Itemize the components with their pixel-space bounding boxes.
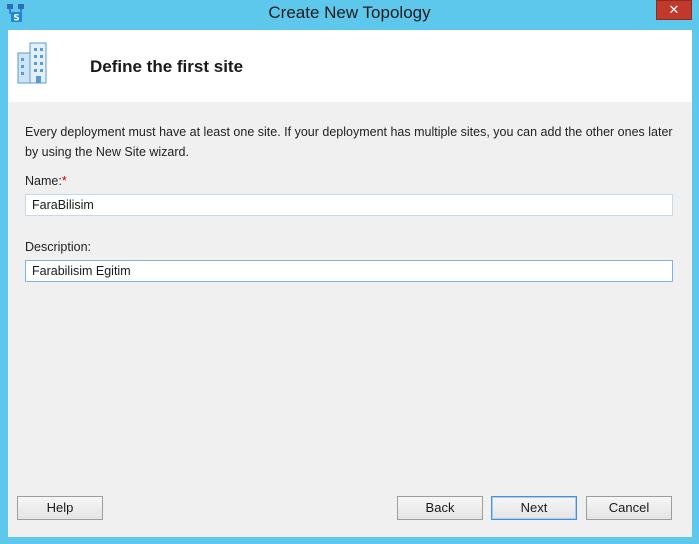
dialog-window: S Create New Topology ✕ Define the first… xyxy=(0,0,699,544)
description-label: Description: xyxy=(25,240,91,254)
required-mark: * xyxy=(61,174,67,188)
name-label-text: Name: xyxy=(25,174,62,188)
back-button[interactable]: Back xyxy=(397,496,483,520)
description-input[interactable] xyxy=(25,260,673,282)
window-title: Create New Topology xyxy=(268,3,431,22)
cancel-button[interactable]: Cancel xyxy=(586,496,672,520)
intro-text: Every deployment must have at least one … xyxy=(25,125,673,159)
dialog-client-area: Define the first site Every deployment m… xyxy=(8,30,692,537)
close-button[interactable]: ✕ xyxy=(656,0,692,20)
title-bar[interactable]: S Create New Topology ✕ xyxy=(0,0,699,27)
name-label: Name:* xyxy=(25,174,67,188)
building-icon xyxy=(16,39,52,85)
name-input[interactable] xyxy=(25,194,673,216)
wizard-header: Define the first site xyxy=(8,30,692,102)
help-button[interactable]: Help xyxy=(17,496,103,520)
next-button[interactable]: Next xyxy=(491,496,577,520)
page-title: Define the first site xyxy=(90,57,244,76)
